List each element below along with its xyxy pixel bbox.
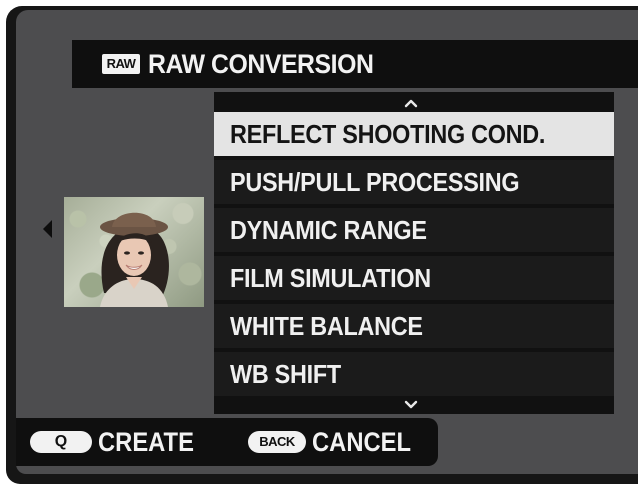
- menu-item-push-pull-processing[interactable]: PUSH/PULL PROCESSING: [214, 160, 614, 204]
- menu-item-reflect-shooting-cond[interactable]: REFLECT SHOOTING COND.: [214, 112, 614, 156]
- caret-left-icon[interactable]: [43, 220, 52, 238]
- create-label: CREATE: [98, 427, 194, 457]
- menu-screen: RAW RAW CONVERSION REFLECT SHOOTING COND…: [16, 10, 638, 474]
- menu-item-dynamic-range[interactable]: DYNAMIC RANGE: [214, 208, 614, 252]
- menu-item-film-simulation[interactable]: FILM SIMULATION: [214, 256, 614, 300]
- page-title: RAW CONVERSION: [148, 49, 374, 79]
- button-guide-bar: Q CREATE BACK CANCEL: [16, 418, 438, 466]
- menu-list: REFLECT SHOOTING COND. PUSH/PULL PROCESS…: [214, 92, 614, 414]
- chevron-up-icon[interactable]: [404, 96, 418, 110]
- q-key-icon[interactable]: Q: [30, 431, 92, 453]
- chevron-down-icon[interactable]: [404, 398, 418, 412]
- camera-display-frame: RAW RAW CONVERSION REFLECT SHOOTING COND…: [6, 6, 638, 484]
- menu-item-white-balance[interactable]: WHITE BALANCE: [214, 304, 614, 348]
- raw-badge-icon: RAW: [102, 54, 140, 74]
- portrait-image: [100, 212, 169, 307]
- menu-item-label: FILM SIMULATION: [230, 263, 431, 293]
- menu-item-label: WHITE BALANCE: [230, 311, 423, 341]
- cancel-label: CANCEL: [312, 427, 411, 457]
- menu-item-label: WB SHIFT: [230, 359, 341, 389]
- menu-item-label: PUSH/PULL PROCESSING: [230, 167, 520, 197]
- menu-item-label: DYNAMIC RANGE: [230, 215, 427, 245]
- title-bar: RAW RAW CONVERSION: [72, 40, 638, 88]
- menu-item-label: REFLECT SHOOTING COND.: [230, 119, 546, 149]
- menu-item-wb-shift[interactable]: WB SHIFT: [214, 352, 614, 396]
- photo-thumbnail: [64, 197, 204, 307]
- back-key-icon[interactable]: BACK: [248, 431, 306, 453]
